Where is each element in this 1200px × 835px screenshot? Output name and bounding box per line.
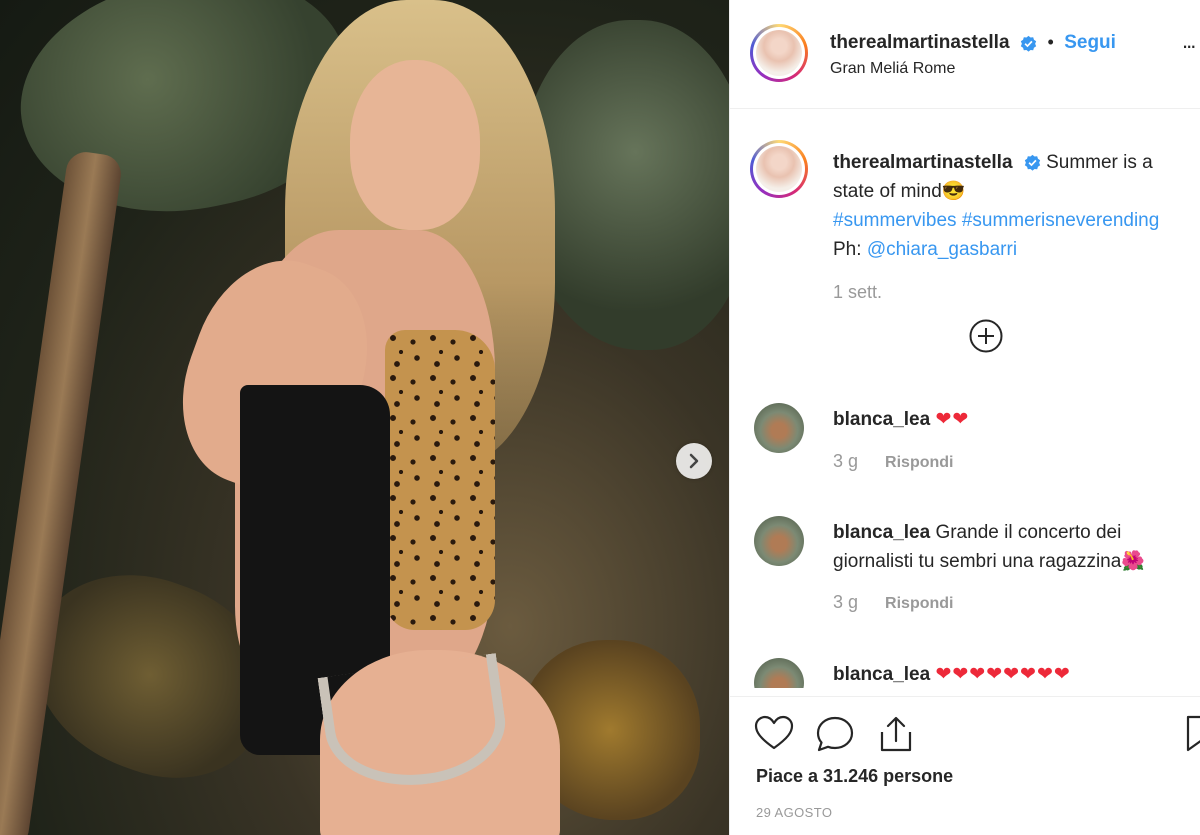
plus-circle-icon[interactable] [969, 319, 1003, 353]
author-line: therealmartinastella • Segui [830, 32, 1116, 54]
comment-time: 3 g [833, 451, 859, 471]
chevron-right-icon [689, 453, 699, 469]
post-caption: therealmartinastella Summer is a state o… [833, 148, 1200, 264]
separator-dot: • [1047, 32, 1054, 52]
likes-count[interactable]: Piace a 31.246 persone [756, 766, 953, 787]
leopard-top [385, 330, 495, 630]
photo-credit-mention[interactable]: @chiara_gasbarri [867, 239, 1017, 260]
post-header: therealmartinastella • Segui Gran Meliá … [730, 0, 1200, 109]
more-options-icon[interactable]: ... [1182, 28, 1196, 54]
share-icon[interactable] [878, 715, 914, 753]
bookmark-icon[interactable] [1186, 715, 1200, 753]
post-location[interactable]: Gran Meliá Rome [830, 60, 955, 78]
reply-button[interactable]: Rispondi [885, 595, 953, 612]
commenter-avatar[interactable] [754, 403, 804, 453]
next-photo-button[interactable] [676, 443, 712, 479]
post-date: 29 AGOSTO [756, 805, 833, 820]
post-sidebar: therealmartinastella • Segui Gran Meliá … [729, 0, 1200, 835]
follow-button[interactable]: Segui [1064, 32, 1116, 53]
caption-time: 1 sett. [833, 282, 883, 302]
comment-body: blanca_lea ❤❤❤❤❤❤❤❤ [833, 660, 1193, 688]
caption-author-avatar[interactable] [750, 140, 808, 198]
caption-username[interactable]: therealmartinastella [833, 152, 1013, 173]
comment-body: blanca_lea Grande il concerto dei giorna… [833, 518, 1193, 576]
comment-meta: 3 g Rispondi [833, 451, 953, 472]
subject-face [350, 60, 480, 230]
comment-meta: 3 g Rispondi [833, 592, 953, 613]
comment-time: 3 g [833, 592, 859, 612]
commenter-username[interactable]: blanca_lea [833, 664, 930, 685]
heart-icon[interactable] [754, 715, 794, 751]
comment-text: Grande il concerto dei [935, 522, 1122, 543]
author-username[interactable]: therealmartinastella [830, 32, 1010, 53]
comment-text: ❤❤❤❤❤❤❤❤ [935, 664, 1071, 685]
post-actions: Piace a 31.246 persone 29 AGOSTO [730, 696, 1200, 835]
commenter-username[interactable]: blanca_lea [833, 522, 930, 543]
comment-text: ❤❤ [935, 409, 970, 430]
comment-body: blanca_lea ❤❤ [833, 405, 1193, 434]
comment-icon[interactable] [815, 715, 855, 753]
commenter-avatar[interactable] [754, 658, 804, 688]
caption-text: Summer is a [1046, 152, 1153, 173]
verified-badge-icon [1020, 36, 1037, 52]
commenter-avatar[interactable] [754, 516, 804, 566]
verified-badge-icon [1024, 155, 1040, 172]
commenter-username[interactable]: blanca_lea [833, 409, 930, 430]
comments-section[interactable]: therealmartinastella Summer is a state o… [730, 110, 1200, 688]
reply-button[interactable]: Rispondi [885, 454, 953, 471]
photo-credit-prefix: Ph: [833, 239, 867, 260]
post-photo[interactable] [0, 0, 729, 835]
caption-text: state of mind😎 [833, 181, 966, 202]
caption-hashtags[interactable]: #summervibes #summerisneverending [833, 210, 1159, 231]
comment-text: giornalisti tu sembri una ragazzina🌺 [833, 551, 1145, 572]
author-avatar[interactable] [750, 24, 808, 82]
